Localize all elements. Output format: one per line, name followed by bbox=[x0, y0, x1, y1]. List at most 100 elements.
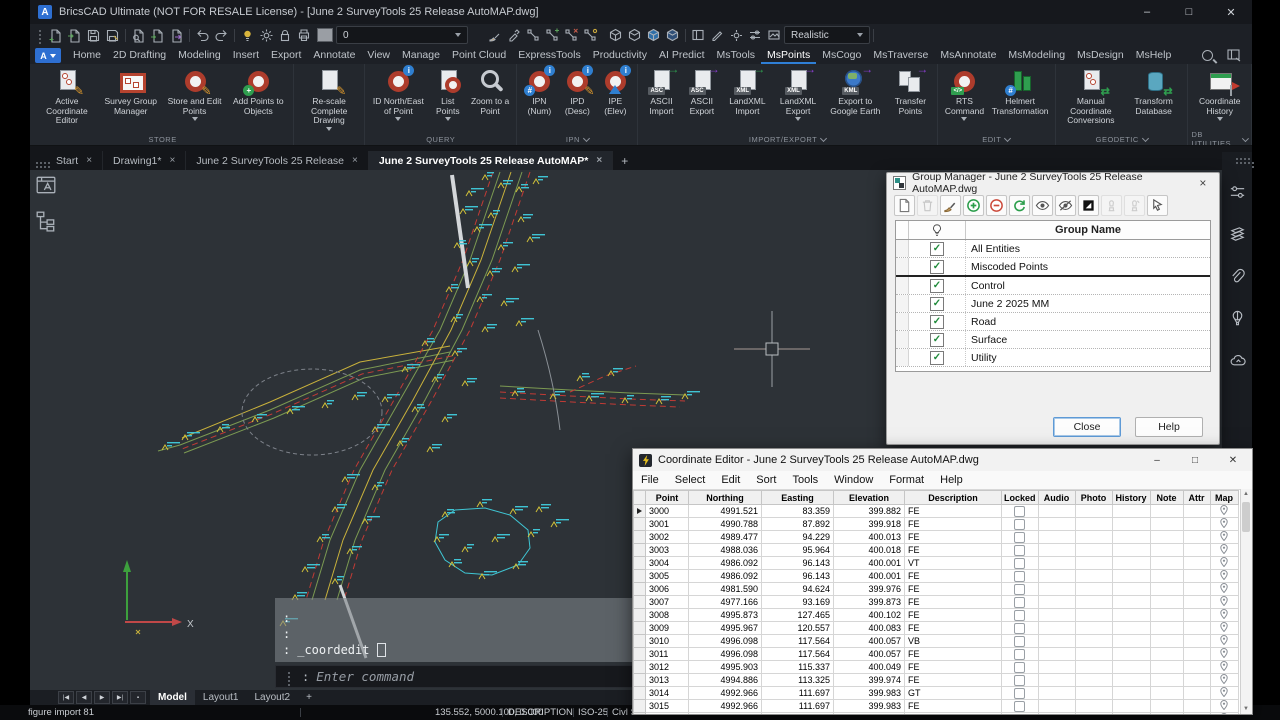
cell-attr[interactable] bbox=[1183, 622, 1210, 635]
cell-elevation[interactable]: 399.882 bbox=[834, 505, 905, 518]
cell-note[interactable] bbox=[1150, 609, 1183, 622]
cell-description[interactable]: FE bbox=[905, 622, 1002, 635]
cell-easting[interactable]: 87.892 bbox=[762, 518, 834, 531]
command-bar-grip[interactable] bbox=[288, 676, 290, 678]
ribbon-tab-2d-drafting[interactable]: 2D Drafting bbox=[107, 47, 172, 64]
dropdown-arrow-icon[interactable] bbox=[1217, 117, 1223, 121]
locked-checkbox[interactable] bbox=[1014, 584, 1025, 595]
cell-attr[interactable] bbox=[1183, 609, 1210, 622]
point-row-3001[interactable]: 30014990.78887.892399.918FE bbox=[634, 518, 1239, 531]
cell-note[interactable] bbox=[1150, 648, 1183, 661]
previous-layout-button[interactable]: ◀ bbox=[76, 691, 92, 704]
cell-easting[interactable]: 113.325 bbox=[762, 674, 834, 687]
point-row-3008[interactable]: 30084995.873127.465400.102FE bbox=[634, 609, 1239, 622]
match-properties-button[interactable] bbox=[486, 26, 505, 44]
doc-tab-drawing1[interactable]: Drawing1*× bbox=[103, 151, 186, 170]
cell-point[interactable]: 3014 bbox=[646, 687, 689, 700]
cell-note[interactable] bbox=[1150, 661, 1183, 674]
ribbon-tool-helmert-transformation[interactable]: #Helmert Transformation bbox=[988, 67, 1052, 122]
cell-audio[interactable] bbox=[1038, 713, 1075, 716]
visibility-checkbox[interactable]: ✓ bbox=[930, 297, 944, 311]
ribbon-tool-active-coordinate-editor[interactable]: ✎Active Coordinate Editor bbox=[35, 67, 99, 132]
cell-attr[interactable] bbox=[1183, 635, 1210, 648]
hidden-view-button[interactable] bbox=[625, 26, 644, 44]
status-field-dim-style[interactable]: ISO-25 bbox=[578, 705, 608, 720]
group-row-utility[interactable]: ✓Utility bbox=[896, 349, 1210, 367]
ribbon-tool-re-scale-complete-drawing[interactable]: ✎Re-scale Complete Drawing bbox=[297, 67, 361, 132]
cell-northing[interactable]: 4992.966 bbox=[689, 700, 762, 713]
cell-point[interactable]: 3012 bbox=[646, 661, 689, 674]
cell-audio[interactable] bbox=[1038, 700, 1075, 713]
layout-list-button[interactable]: ▪ bbox=[130, 691, 146, 704]
color-swatch[interactable] bbox=[317, 28, 333, 42]
ribbon-tool-transform-database[interactable]: ⇄Transform Database bbox=[1123, 67, 1185, 122]
point-row-3011[interactable]: 30114996.098117.564400.057FE bbox=[634, 648, 1239, 661]
survey-point-markers[interactable] bbox=[162, 172, 700, 626]
cell-easting[interactable]: 115.337 bbox=[762, 661, 834, 674]
locked-checkbox[interactable] bbox=[1014, 636, 1025, 647]
cell-audio[interactable] bbox=[1038, 609, 1075, 622]
chevron-down-icon[interactable] bbox=[1142, 134, 1149, 141]
cell-point[interactable]: 3003 bbox=[646, 544, 689, 557]
cell-attr[interactable] bbox=[1183, 700, 1210, 713]
ribbon-tab-point-cloud[interactable]: Point Cloud bbox=[446, 47, 512, 64]
cell-attr[interactable] bbox=[1183, 505, 1210, 518]
point-row-3016[interactable]: 30164991.223110.518400.005FE bbox=[634, 713, 1239, 716]
cell-easting[interactable]: 111.697 bbox=[762, 700, 834, 713]
cell-audio[interactable] bbox=[1038, 505, 1075, 518]
command-input[interactable]: : Enter command bbox=[275, 665, 635, 688]
cell-locked[interactable] bbox=[1002, 583, 1039, 596]
cell-audio[interactable] bbox=[1038, 544, 1075, 557]
ribbon-tool-survey-group-manager[interactable]: Survey Group Manager bbox=[99, 67, 163, 122]
cell-locked[interactable] bbox=[1002, 609, 1039, 622]
background-button[interactable] bbox=[765, 26, 784, 44]
toolbar-grip[interactable] bbox=[39, 34, 41, 36]
cell-elevation[interactable]: 400.049 bbox=[834, 661, 905, 674]
cell-photo[interactable] bbox=[1075, 648, 1112, 661]
locked-checkbox[interactable] bbox=[1014, 558, 1025, 569]
cell-easting[interactable]: 111.697 bbox=[762, 687, 834, 700]
ribbon-tool-coordinate-history[interactable]: Coordinate History bbox=[1191, 67, 1248, 122]
minimize-button[interactable]: – bbox=[1126, 0, 1168, 24]
cell-locked[interactable] bbox=[1002, 700, 1039, 713]
cell-elevation[interactable]: 399.974 bbox=[834, 674, 905, 687]
ribbon-tool-export-to-google-earth[interactable]: KML→Export to Google Earth bbox=[824, 67, 888, 122]
cell-map[interactable] bbox=[1210, 518, 1238, 531]
panels-button[interactable] bbox=[689, 26, 708, 44]
column-header-note[interactable]: Note bbox=[1150, 491, 1183, 505]
cell-attr[interactable] bbox=[1183, 518, 1210, 531]
cell-northing[interactable]: 4996.098 bbox=[689, 635, 762, 648]
row-selector[interactable] bbox=[896, 331, 909, 348]
ribbon-tool-transfer-points[interactable]: →Transfer Points bbox=[887, 67, 934, 122]
cell-map[interactable] bbox=[1210, 609, 1238, 622]
menu-tools[interactable]: Tools bbox=[784, 474, 826, 486]
cell-description[interactable]: FE bbox=[905, 700, 1002, 713]
minimize-button[interactable]: – bbox=[1138, 449, 1176, 471]
cell-northing[interactable]: 4994.886 bbox=[689, 674, 762, 687]
new-document-tab-button[interactable]: + bbox=[613, 151, 636, 170]
cell-photo[interactable] bbox=[1075, 622, 1112, 635]
cell-locked[interactable] bbox=[1002, 648, 1039, 661]
cell-point[interactable]: 3013 bbox=[646, 674, 689, 687]
cell-note[interactable] bbox=[1150, 622, 1183, 635]
group-name-column-header[interactable]: Group Name bbox=[966, 221, 1210, 239]
ribbon-tab-view[interactable]: View bbox=[361, 47, 396, 64]
point-row-3007[interactable]: 30074977.16693.169399.873FE bbox=[634, 596, 1239, 609]
cell-map[interactable] bbox=[1210, 544, 1238, 557]
menu-select[interactable]: Select bbox=[667, 474, 714, 486]
column-header-point[interactable]: Point bbox=[646, 491, 689, 505]
cell-description[interactable]: GT bbox=[905, 687, 1002, 700]
cell-photo[interactable] bbox=[1075, 583, 1112, 596]
cell-northing[interactable]: 4991.521 bbox=[689, 505, 762, 518]
doc-tab-june-2-surveytools-25-release-automap[interactable]: June 2 SurveyTools 25 Release AutoMAP*× bbox=[369, 151, 613, 170]
cell-audio[interactable] bbox=[1038, 687, 1075, 700]
cell-northing[interactable]: 4988.036 bbox=[689, 544, 762, 557]
cell-history[interactable] bbox=[1112, 687, 1150, 700]
cell-note[interactable] bbox=[1150, 544, 1183, 557]
row-selector[interactable] bbox=[896, 349, 909, 366]
cell-attr[interactable] bbox=[1183, 687, 1210, 700]
cell-audio[interactable] bbox=[1038, 518, 1075, 531]
xray-view-button[interactable] bbox=[663, 26, 682, 44]
cell-easting[interactable]: 94.624 bbox=[762, 583, 834, 596]
cell-elevation[interactable]: 400.001 bbox=[834, 570, 905, 583]
